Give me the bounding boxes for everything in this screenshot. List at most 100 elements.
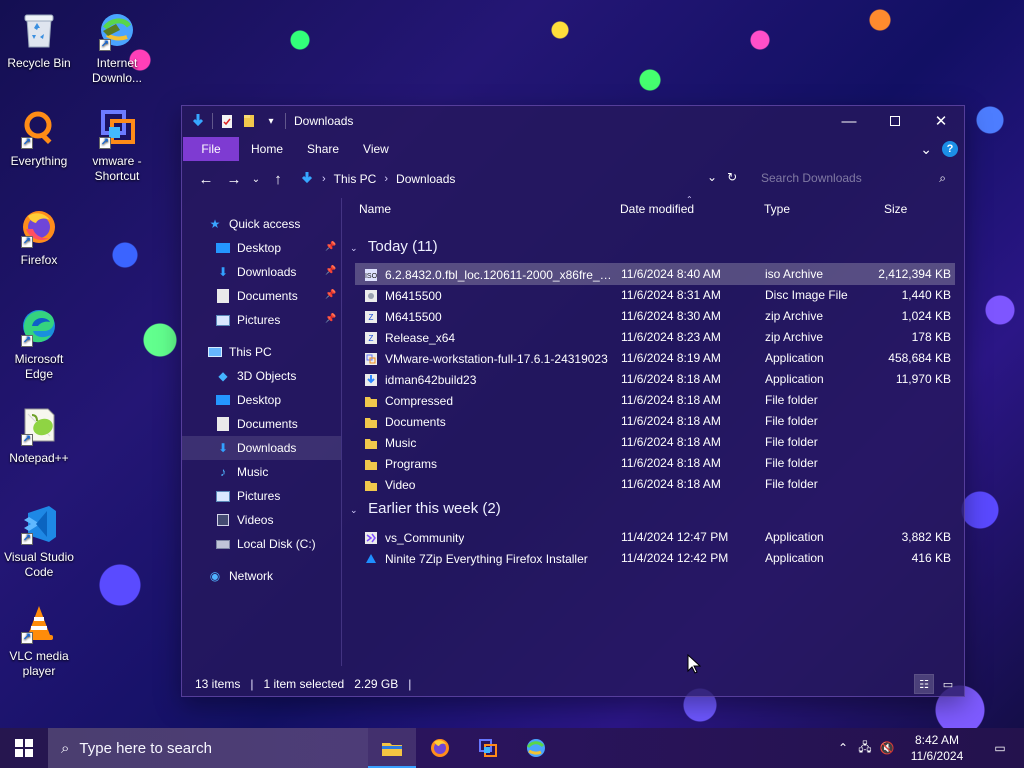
sidebar-item-videos[interactable]: Videos xyxy=(182,508,341,532)
shortcut-arrow-icon: ↗ xyxy=(21,632,33,644)
file-type: File folder xyxy=(765,435,818,449)
taskbar: ⌕ Type here to search ⌃ 🖧 🔇 8:42 AM 11/6… xyxy=(0,728,1024,768)
notification-icon: ▭ xyxy=(994,741,1006,755)
network-status-button[interactable]: 🖧 xyxy=(854,728,876,768)
table-row[interactable]: vs_Community 11/4/2024 12:47 PM Applicat… xyxy=(356,527,954,547)
window-controls: — ✕ xyxy=(826,106,964,136)
file-date: 11/6/2024 8:18 AM xyxy=(621,372,721,386)
up-button[interactable]: ↑ xyxy=(266,167,290,191)
desktop-icon-firefox[interactable]: ↗ Firefox xyxy=(0,205,78,268)
breadcrumb-this-pc[interactable]: This PC xyxy=(334,172,377,186)
desktop-icon-vmware-shortcut[interactable]: ↗ vmware - Shortcut xyxy=(78,106,156,184)
music-note-icon: ♪ xyxy=(220,465,226,479)
desktop-icon-visual-studio-code[interactable]: ↗ Visual Studio Code xyxy=(0,502,78,580)
folder-icon xyxy=(363,414,379,430)
taskbar-internet-download-manager[interactable] xyxy=(512,728,560,768)
sidebar-item-documents-quick[interactable]: Documents 📌 xyxy=(182,284,341,308)
sidebar-item-desktop[interactable]: Desktop xyxy=(182,388,341,412)
sidebar-item-downloads-quick[interactable]: ⬇ Downloads 📌 xyxy=(182,260,341,284)
group-earlier-this-week[interactable]: ⌄ Earlier this week (2) xyxy=(350,500,501,517)
ninite-installer-icon xyxy=(363,551,379,567)
table-row[interactable]: idman642build23 11/6/2024 8:18 AM Applic… xyxy=(356,369,954,389)
table-row[interactable]: Programs 11/6/2024 8:18 AM File folder xyxy=(356,453,954,473)
column-type[interactable]: Type xyxy=(764,202,790,216)
taskbar-firefox[interactable] xyxy=(416,728,464,768)
firefox-icon xyxy=(431,739,449,757)
search-icon: ⌕ xyxy=(939,170,946,185)
forward-button[interactable]: → xyxy=(222,167,246,191)
tab-file[interactable]: File xyxy=(183,137,239,161)
table-row[interactable]: Compressed 11/6/2024 8:18 AM File folder xyxy=(356,390,954,410)
clock[interactable]: 8:42 AM 11/6/2024 xyxy=(898,732,976,764)
search-input[interactable] xyxy=(761,171,921,185)
table-row[interactable]: Z M6415500 11/6/2024 8:30 AM zip Archive… xyxy=(356,306,954,326)
sidebar-item-label: Local Disk (C:) xyxy=(237,537,316,551)
breadcrumb-downloads[interactable]: Downloads xyxy=(396,172,455,186)
column-date-modified[interactable]: Date modified xyxy=(620,202,694,216)
desktop-icon-internet-download-manager[interactable]: ↗ Internet Downlo... xyxy=(78,8,156,86)
expand-ribbon-icon[interactable]: ⌄ xyxy=(920,141,932,158)
sidebar-item-desktop-quick[interactable]: Desktop 📌 xyxy=(182,236,341,260)
start-button[interactable] xyxy=(0,728,48,768)
table-row[interactable]: Ninite 7Zip Everything Firefox Installer… xyxy=(356,548,954,568)
table-row[interactable]: VMware-workstation-full-17.6.1-24319023 … xyxy=(356,348,954,368)
table-row[interactable]: Z Release_x64 11/6/2024 8:23 AM zip Arch… xyxy=(356,327,954,347)
details-view-button[interactable]: ☷ xyxy=(914,674,934,694)
file-date: 11/6/2024 8:19 AM xyxy=(621,351,721,365)
volume-button[interactable]: 🔇 xyxy=(876,728,898,768)
tab-share[interactable]: Share xyxy=(295,137,351,161)
tab-view[interactable]: View xyxy=(351,137,401,161)
refresh-icon[interactable]: ↻ xyxy=(727,170,737,184)
window-titlebar[interactable]: ▾ Downloads — ✕ xyxy=(182,106,964,136)
large-icons-view-button[interactable]: ▭ xyxy=(939,675,957,693)
close-button[interactable]: ✕ xyxy=(918,106,964,136)
sidebar-item-documents[interactable]: Documents xyxy=(182,412,341,436)
desktop-icon-vlc-media-player[interactable]: ↗ VLC media player xyxy=(0,601,78,679)
desktop-icon-everything[interactable]: ↗ Everything xyxy=(0,106,78,169)
table-row[interactable]: ISO 6.2.8432.0.fbl_loc.120611-2000_x86fr… xyxy=(355,263,955,285)
minimize-button[interactable]: — xyxy=(826,106,872,136)
table-row[interactable]: M6415500 11/6/2024 8:31 AM Disc Image Fi… xyxy=(356,285,954,305)
new-folder-icon[interactable] xyxy=(241,113,257,129)
maximize-button[interactable] xyxy=(872,106,918,136)
sidebar-item-network[interactable]: ◉ Network xyxy=(182,564,341,588)
show-hidden-icons-button[interactable]: ⌃ xyxy=(832,728,854,768)
sidebar-item-pictures-quick[interactable]: Pictures 📌 xyxy=(182,308,341,332)
breadcrumb-separator-icon: › xyxy=(384,173,389,185)
sidebar-item-local-disk[interactable]: Local Disk (C:) xyxy=(182,532,341,556)
desktop-icon-recycle-bin[interactable]: Recycle Bin xyxy=(0,8,78,71)
sidebar-item-quick-access[interactable]: ★ Quick access xyxy=(182,212,341,236)
sidebar-item-this-pc[interactable]: This PC xyxy=(182,340,341,364)
table-row[interactable]: Documents 11/6/2024 8:18 AM File folder xyxy=(356,411,954,431)
sidebar-item-music[interactable]: ♪ Music xyxy=(182,460,341,484)
search-box[interactable]: ⌕ xyxy=(758,166,952,190)
table-row[interactable]: Music 11/6/2024 8:18 AM File folder xyxy=(356,432,954,452)
back-button[interactable]: ← xyxy=(194,167,218,191)
taskbar-search-box[interactable]: ⌕ Type here to search xyxy=(48,728,368,768)
sidebar-item-pictures[interactable]: Pictures xyxy=(182,484,341,508)
desktop-icon-microsoft-edge[interactable]: ↗ Microsoft Edge xyxy=(0,304,78,382)
quick-access-dropdown-icon[interactable]: ▾ xyxy=(263,113,279,129)
download-arrow-icon: ⬇ xyxy=(217,441,229,455)
tab-home[interactable]: Home xyxy=(239,137,295,161)
recent-locations-button[interactable]: ⌄ xyxy=(250,167,262,191)
properties-icon[interactable] xyxy=(219,113,235,129)
address-dropdown-icon[interactable]: ⌄ xyxy=(707,170,717,184)
notifications-button[interactable]: ▭ xyxy=(976,728,1024,768)
table-row[interactable]: Video 11/6/2024 8:18 AM File folder xyxy=(356,474,954,494)
sidebar-item-3d-objects[interactable]: ◆ 3D Objects xyxy=(182,364,341,388)
taskbar-file-explorer[interactable] xyxy=(368,728,416,768)
sidebar-item-label: Pictures xyxy=(237,313,281,327)
file-explorer-window[interactable]: ▾ Downloads — ✕ File Home Share View ⌄ ?… xyxy=(181,105,965,697)
sidebar-item-label: Documents xyxy=(237,289,298,303)
desktop-icon-label: Firefox xyxy=(20,253,58,267)
group-today[interactable]: ⌄ Today (11) xyxy=(350,238,438,255)
sidebar-item-downloads[interactable]: ⬇ Downloads xyxy=(182,436,341,460)
taskbar-vmware[interactable] xyxy=(464,728,512,768)
desktop-icon-notepad-plus-plus[interactable]: ↗ Notepad++ xyxy=(0,403,78,466)
column-name[interactable]: Name xyxy=(359,202,391,216)
pin-icon: 📌 xyxy=(325,313,337,323)
help-icon[interactable]: ? xyxy=(942,141,958,157)
shortcut-arrow-icon: ↗ xyxy=(21,434,33,446)
column-size[interactable]: Size xyxy=(884,202,907,216)
